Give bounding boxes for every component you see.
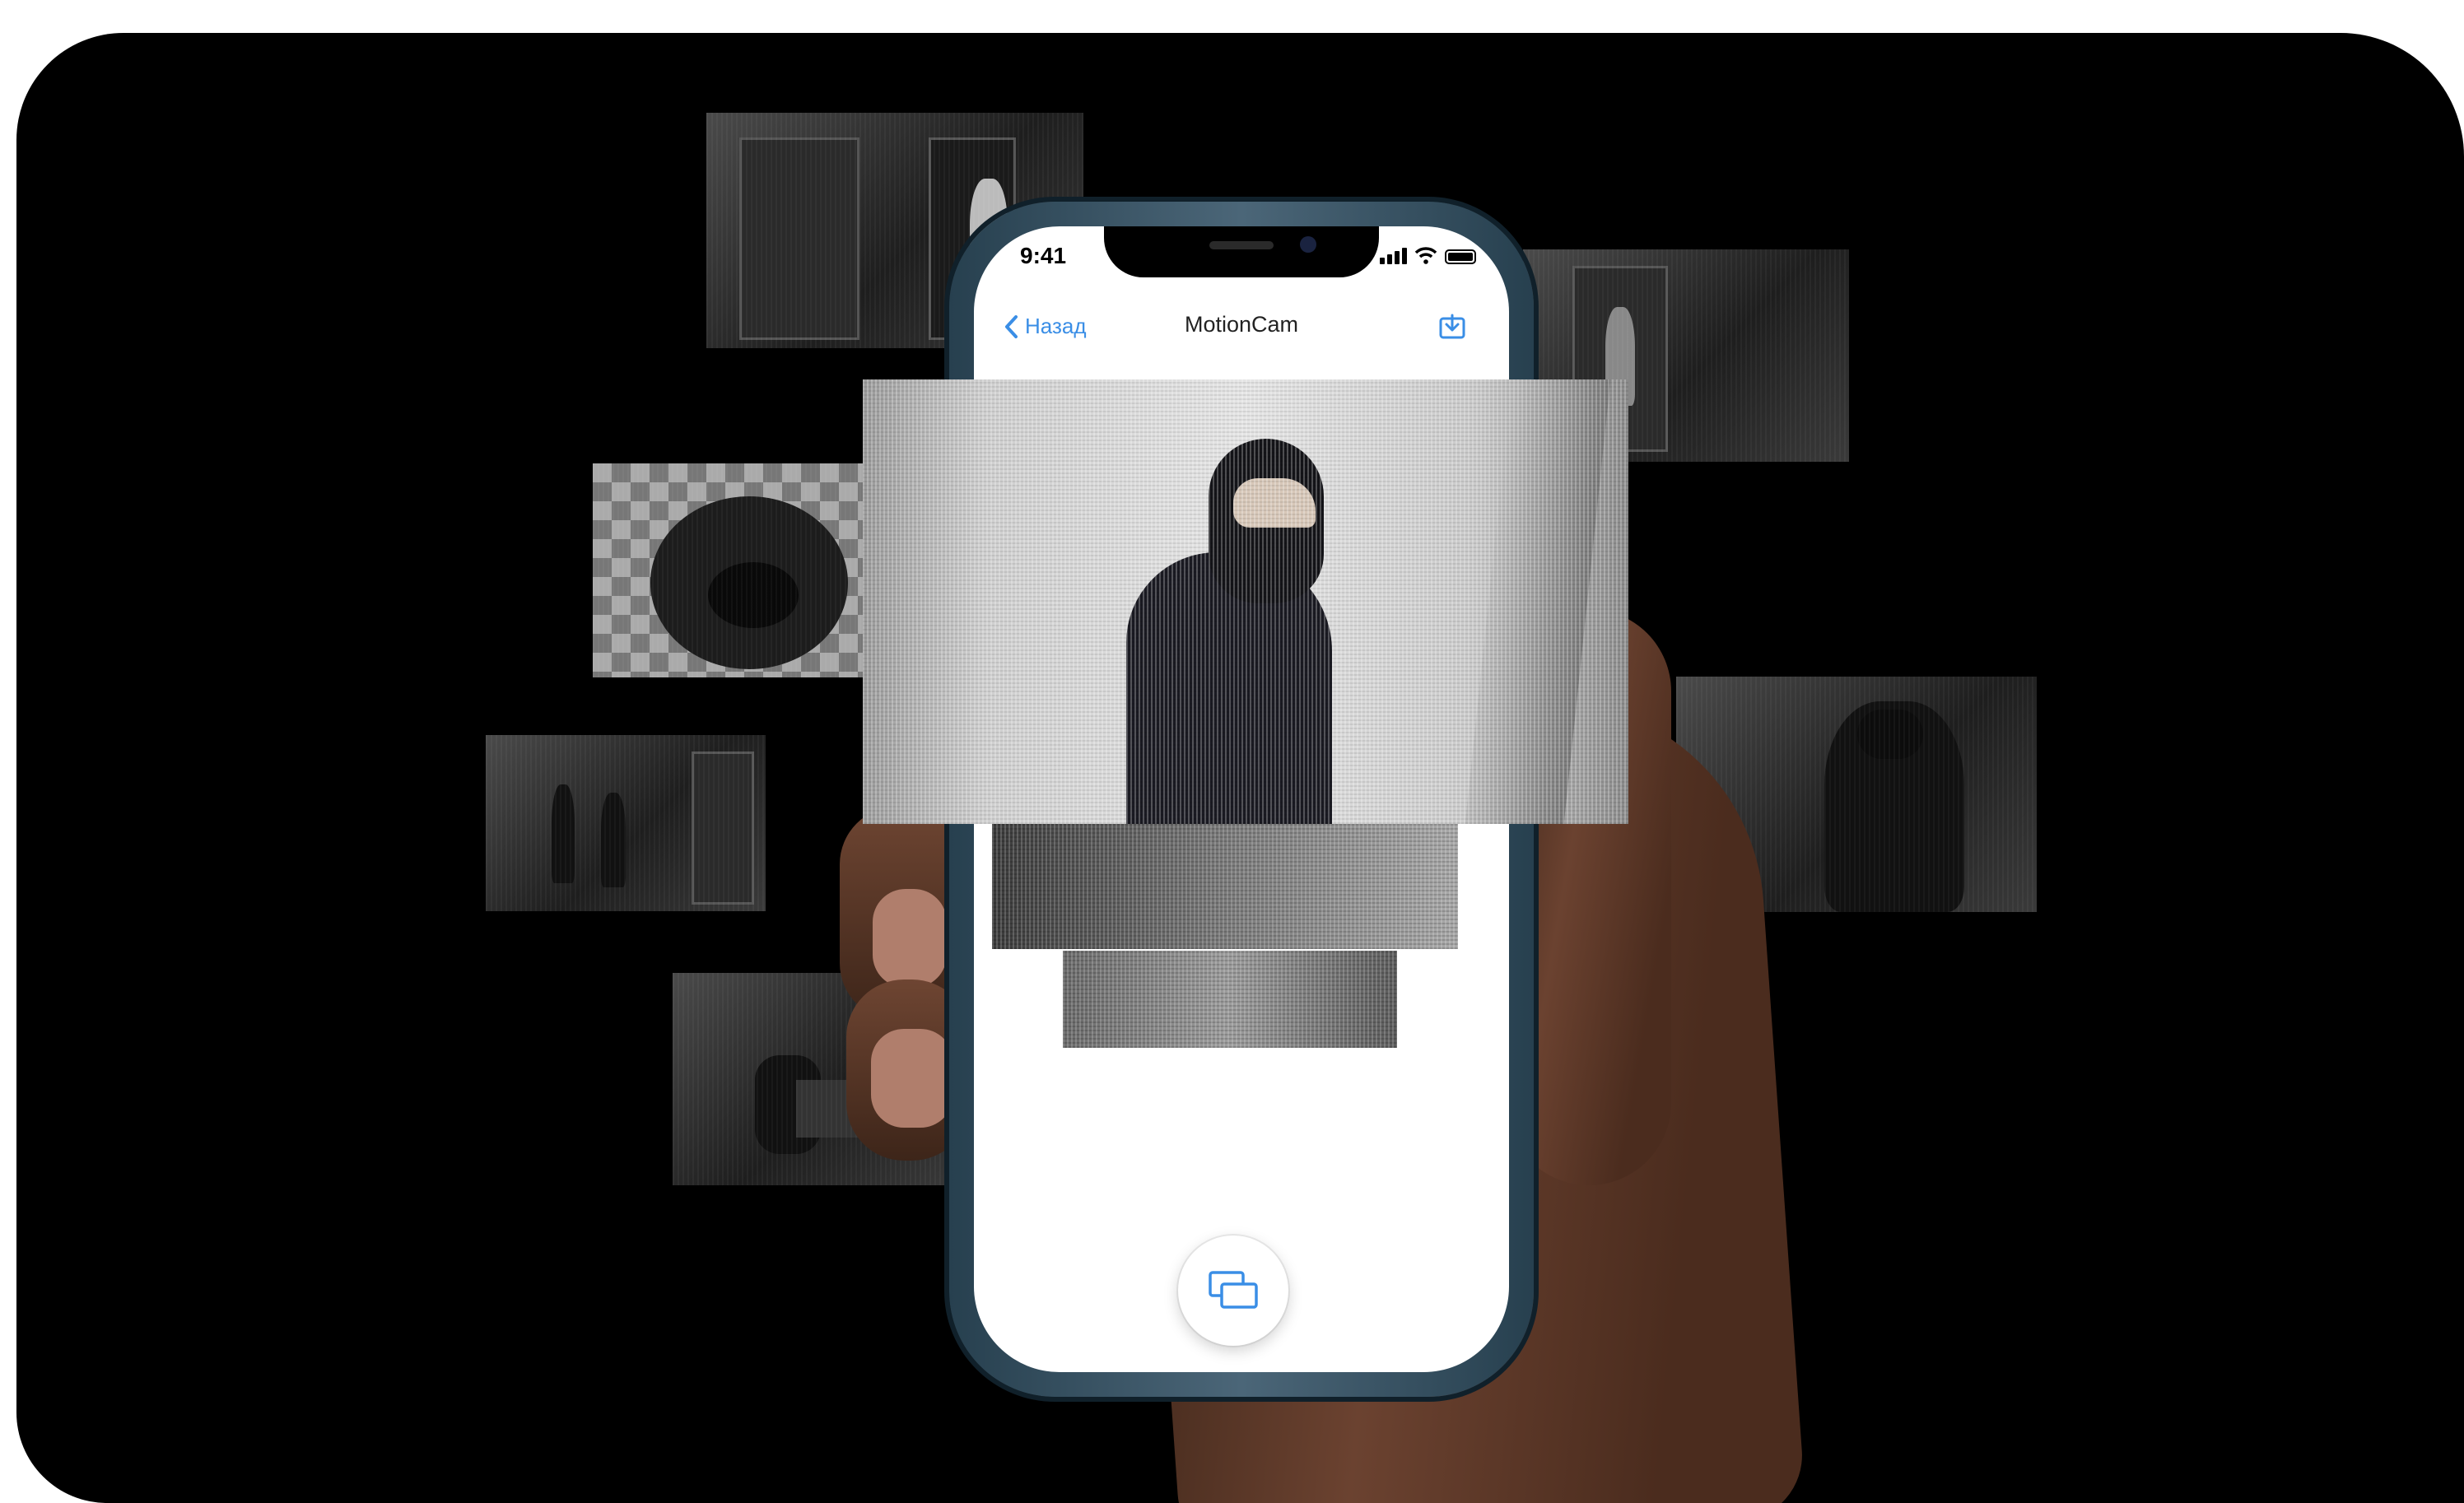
photo-frame-main (863, 379, 1628, 824)
signal-icon (1380, 248, 1407, 264)
status-time: 9:41 (1020, 243, 1067, 268)
wall-edge (1465, 379, 1611, 824)
photo-frame-3 (1063, 951, 1397, 1048)
speaker (1209, 241, 1274, 249)
wifi-icon (1415, 247, 1437, 264)
download-icon[interactable] (1438, 312, 1466, 340)
snapshot-lobby-people (486, 735, 766, 911)
battery-icon (1445, 249, 1476, 264)
gallery-button[interactable] (1178, 1235, 1288, 1346)
intruder-face (1233, 478, 1316, 528)
snapshot-dog-closeup (593, 463, 864, 677)
intruder-head (1209, 439, 1324, 603)
intruder-figure (1126, 552, 1332, 824)
status-icons (1380, 246, 1476, 264)
front-camera (1300, 236, 1316, 253)
photo-frame-2 (992, 824, 1458, 949)
notch (1104, 226, 1379, 277)
screen-title: MotionCam (1184, 312, 1299, 337)
hero-stage: 9:41 Назад MotionCam (16, 33, 2464, 1503)
photo-stack-icon (1209, 1271, 1258, 1309)
